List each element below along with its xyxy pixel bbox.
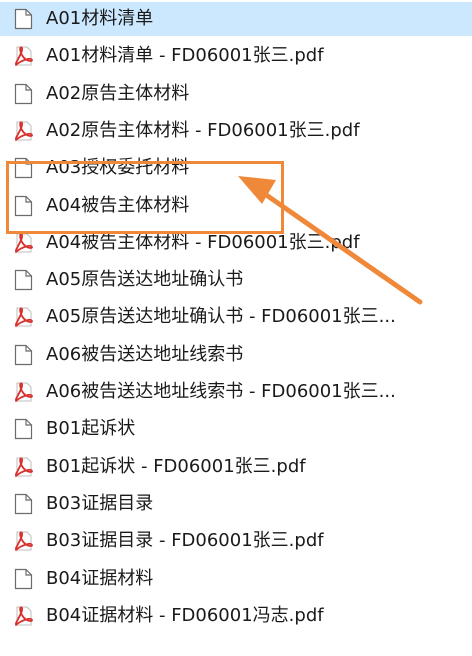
document-file-icon <box>14 568 33 590</box>
file-row[interactable]: A04被告主体材料 <box>0 189 472 223</box>
file-row[interactable]: A01材料清单 - FD06001张三.pdf <box>0 39 472 73</box>
pdf-file-icon <box>14 306 33 328</box>
file-row[interactable]: B01起诉状 - FD06001张三.pdf <box>0 450 472 484</box>
file-row[interactable]: A02原告主体材料 - FD06001张三.pdf <box>0 114 472 148</box>
file-name: B04证据材料 <box>46 567 154 589</box>
pdf-file-icon <box>14 381 33 403</box>
file-name: A06被告送达地址线索书 - FD06001张三... <box>46 381 396 402</box>
document-file-icon <box>14 195 33 217</box>
document-file-icon <box>14 344 33 366</box>
file-name: A03授权委托材料 <box>46 157 190 179</box>
file-row[interactable]: A03授权委托材料 <box>0 151 472 185</box>
file-row[interactable]: B03证据目录 - FD06001张三.pdf <box>0 524 472 558</box>
document-file-icon <box>14 157 33 179</box>
file-row[interactable]: A06被告送达地址线索书 - FD06001张三... <box>0 375 472 409</box>
file-row[interactable]: A01材料清单 <box>0 2 472 36</box>
file-name: B01起诉状 - FD06001张三.pdf <box>46 455 306 477</box>
file-name: A01材料清单 <box>46 8 154 29</box>
file-row[interactable]: A04被告主体材料 - FD06001张三.pdf <box>0 226 472 260</box>
pdf-file-icon <box>14 530 33 552</box>
pdf-file-icon <box>14 456 33 478</box>
file-name: B04证据材料 - FD06001冯志.pdf <box>46 604 324 626</box>
pdf-file-icon <box>14 120 33 142</box>
file-name: A04被告主体材料 - FD06001张三.pdf <box>46 231 360 253</box>
file-name: B03证据目录 - FD06001张三.pdf <box>46 530 324 552</box>
file-row[interactable]: B04证据材料 - FD06001冯志.pdf <box>0 599 472 633</box>
file-row[interactable]: A05原告送达地址确认书 <box>0 263 472 297</box>
file-row[interactable]: B04证据材料 <box>0 562 472 596</box>
file-name: A01材料清单 - FD06001张三.pdf <box>46 45 324 67</box>
file-row[interactable]: A05原告送达地址确认书 - FD06001张三... <box>0 300 472 334</box>
document-file-icon <box>14 269 33 291</box>
file-row[interactable]: A06被告送达地址线索书 <box>0 338 472 372</box>
file-name: A04被告主体材料 <box>46 194 190 216</box>
pdf-file-icon <box>14 605 33 627</box>
document-file-icon <box>14 418 33 440</box>
file-list: B04证据材料 - FD06001冯志.pdf B04证据材料 B03证据目录 - … <box>0 0 472 656</box>
pdf-file-icon <box>14 232 33 254</box>
file-name: B01起诉状 <box>46 418 136 440</box>
file-name: A06被告送达地址线索书 <box>46 343 244 365</box>
document-file-icon <box>14 493 33 515</box>
file-name: A05原告送达地址确认书 <box>46 269 244 291</box>
file-name: A02原告主体材料 - FD06001张三.pdf <box>46 119 360 141</box>
pdf-file-icon <box>14 45 33 67</box>
file-row[interactable]: B03证据目录 <box>0 487 472 521</box>
document-file-icon <box>14 83 33 105</box>
file-name: A05原告送达地址确认书 - FD06001张三... <box>46 306 396 328</box>
file-row[interactable]: B01起诉状 <box>0 412 472 446</box>
file-row[interactable]: A02原告主体材料 <box>0 77 472 111</box>
file-name: B03证据目录 <box>46 492 154 514</box>
document-file-icon <box>14 8 33 30</box>
file-name: A02原告主体材料 <box>46 82 190 104</box>
